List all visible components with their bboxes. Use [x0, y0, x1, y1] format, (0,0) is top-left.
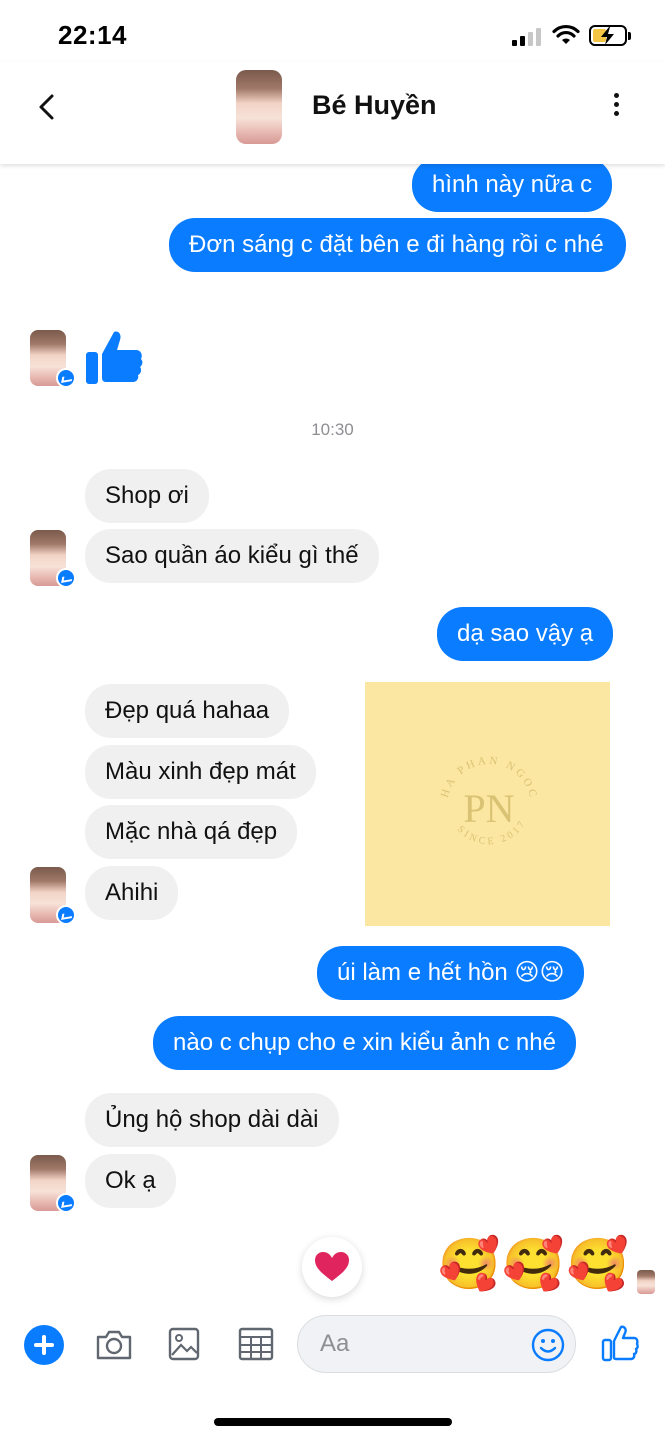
messenger-badge-icon — [56, 568, 76, 588]
message-input[interactable] — [320, 1329, 520, 1359]
status-bar: 22:14 — [0, 0, 665, 62]
more-vertical-icon[interactable] — [606, 90, 626, 124]
message-composer — [0, 1305, 665, 1385]
messenger-badge-icon — [56, 905, 76, 925]
seen-indicator-avatar — [637, 1270, 655, 1294]
reaction-heart[interactable] — [302, 1237, 362, 1297]
messenger-badge-icon — [56, 1193, 76, 1213]
thumbs-up-icon[interactable] — [84, 328, 144, 386]
contact-avatar[interactable] — [236, 70, 282, 144]
message-bubble-incoming[interactable]: Ahihi — [85, 866, 179, 920]
message-bubble-incoming[interactable]: Đẹp quá hahaa — [85, 684, 290, 738]
message-bubble-incoming[interactable]: Màu xinh đẹp mát — [85, 745, 316, 799]
conversation-header: Bé Huyền — [0, 62, 665, 164]
store-logo: HA PHAN NGOC STORE SINCE 2017 PN — [360, 673, 538, 847]
camera-icon[interactable] — [95, 1325, 133, 1363]
message-bubble-outgoing[interactable]: úi làm e hết hồn 😢😢 — [317, 946, 585, 1000]
back-arrow-icon[interactable] — [30, 90, 64, 124]
grid-icon[interactable] — [238, 1325, 274, 1363]
store-watermark-image: HA PHAN NGOC STORE SINCE 2017 PN — [360, 673, 610, 926]
emoji-message[interactable]: 🥰🥰🥰 — [438, 1234, 631, 1294]
store-monogram: PN — [463, 786, 514, 831]
signal-icon — [512, 28, 542, 46]
message-bubble-incoming[interactable]: Mặc nhà qá đẹp — [85, 805, 298, 859]
heart-icon — [315, 1252, 349, 1281]
message-bubble-incoming[interactable]: Sao quần áo kiểu gì thế — [85, 529, 379, 583]
status-time: 22:14 — [58, 20, 127, 50]
message-bubble-outgoing[interactable]: Đơn sáng c đặt bên e đi hàng rồi c nhé — [169, 218, 626, 272]
home-indicator[interactable] — [214, 1418, 452, 1426]
message-bubble-incoming[interactable]: Shop ơi — [85, 469, 209, 523]
charging-icon — [601, 27, 614, 45]
message-bubble-outgoing[interactable]: nào c chụp cho e xin kiểu ảnh c nhé — [153, 1016, 576, 1070]
message-bubble-incoming[interactable]: Ok ạ — [85, 1154, 176, 1208]
message-input-field[interactable] — [297, 1315, 576, 1373]
messenger-badge-icon — [56, 368, 76, 388]
smiley-icon[interactable] — [530, 1327, 566, 1363]
message-bubble-outgoing[interactable]: dạ sao vậy ạ — [437, 607, 614, 661]
timestamp: 10:30 — [311, 420, 354, 439]
wifi-icon — [552, 24, 580, 44]
contact-name[interactable]: Bé Huyền — [312, 90, 437, 121]
plus-icon[interactable] — [24, 1325, 64, 1365]
like-icon[interactable] — [601, 1323, 639, 1363]
message-bubble-outgoing[interactable]: hình này nữa c — [412, 158, 613, 212]
message-bubble-incoming[interactable]: Ủng hộ shop dài dài — [85, 1093, 339, 1147]
image-icon[interactable] — [167, 1325, 201, 1363]
